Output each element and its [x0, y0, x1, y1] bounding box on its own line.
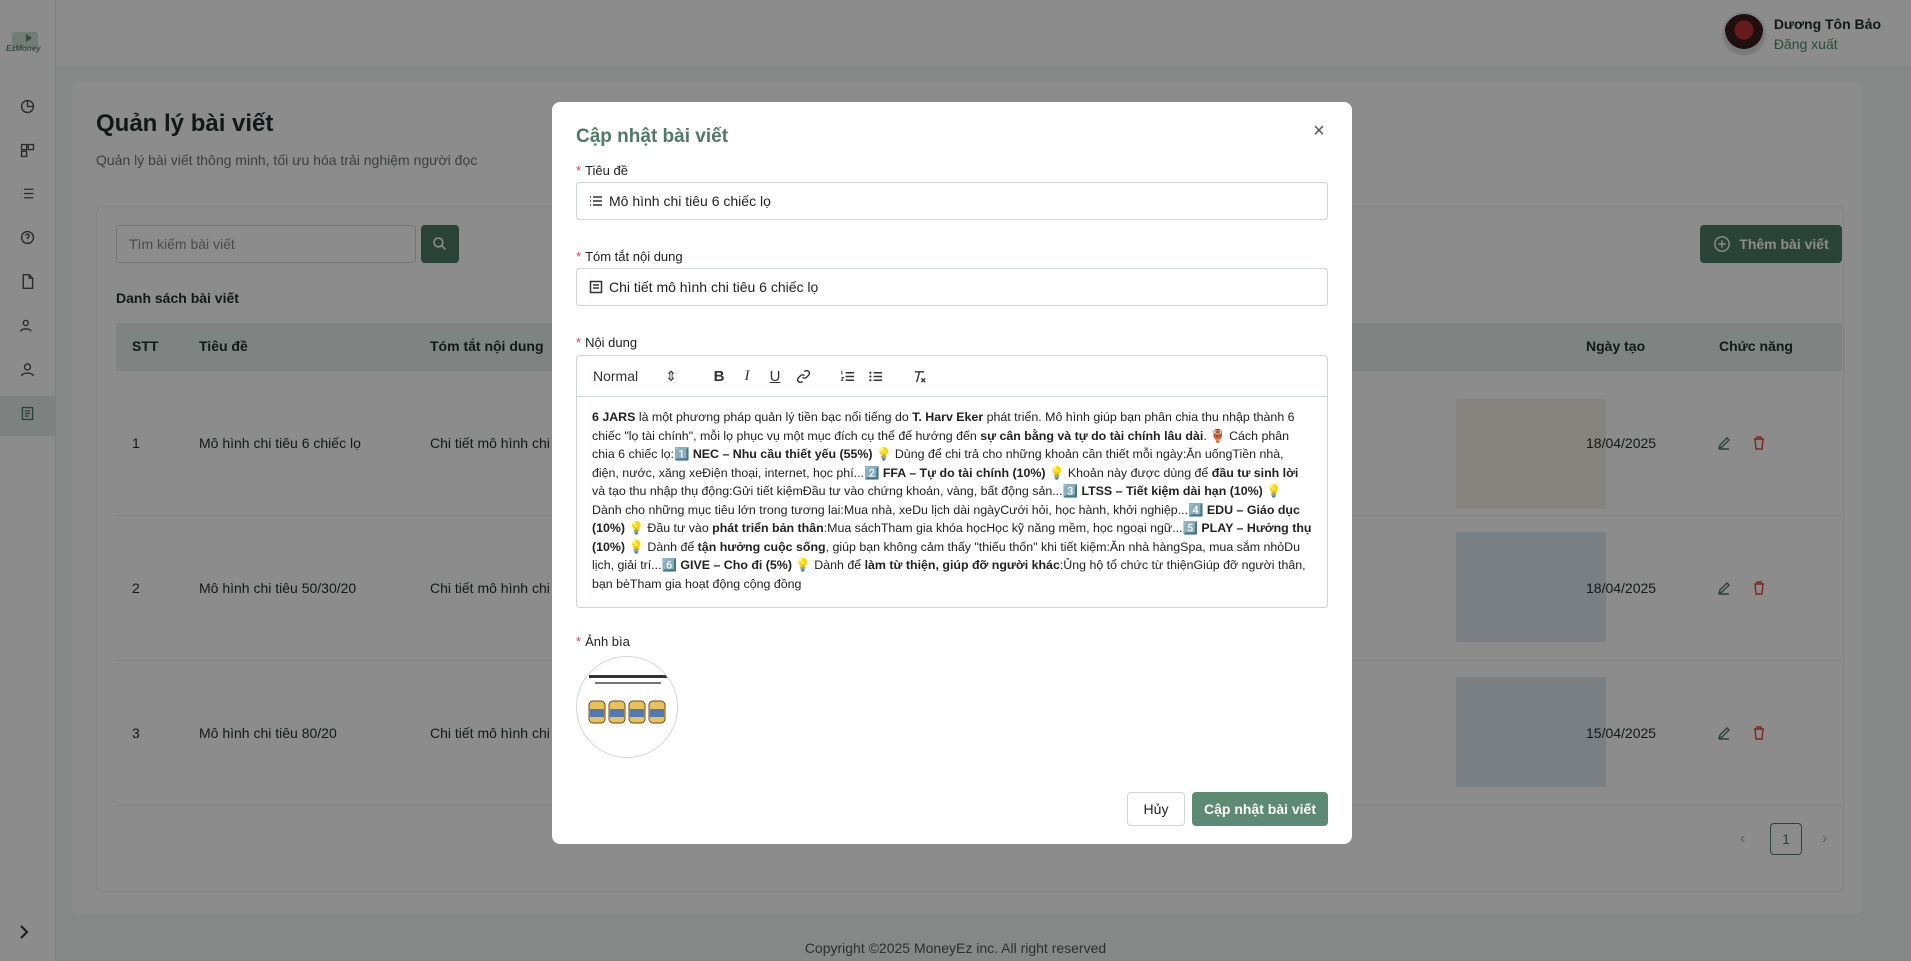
editor-bold-text: FFA – Tự do tài chính (10%): [882, 465, 1046, 480]
format-select[interactable]: Normal ⇕: [593, 368, 677, 385]
editor-bold-text: T. Harv Eker: [912, 410, 984, 424]
summary-input[interactable]: Chi tiết mô hình chi tiêu 6 chiếc lọ: [576, 268, 1328, 306]
title-input[interactable]: Mô hình chi tiêu 6 chiếc lọ: [576, 182, 1328, 220]
clear-format-icon[interactable]: [905, 364, 933, 388]
close-icon[interactable]: ×: [1308, 120, 1330, 142]
cover-label: * Ảnh bìa: [576, 634, 630, 649]
editor-text: 💡 Dành để: [625, 539, 698, 554]
editor-bold-text: làm từ thiện, giúp đỡ người khác: [864, 558, 1060, 572]
bullet-list-icon[interactable]: [861, 364, 889, 388]
editor-text: là một phương pháp quản lý tiền bạc nổi …: [635, 410, 913, 424]
editor-bold-text: sự cân bằng và tự do tài chính lâu dài: [980, 428, 1204, 443]
cover-image-art: [577, 657, 677, 757]
ordered-list-icon[interactable]: [833, 364, 861, 388]
editor-bold-text: LTSS – Tiết kiệm dài hạn (10%): [1081, 484, 1263, 498]
editor-text: :Mua sáchTham gia khóa họcHọc kỹ năng mề…: [823, 521, 1202, 535]
editor-text: và tạo thu nhập thụ động:Gửi tiết kiệmĐầ…: [592, 484, 1082, 498]
update-article-button[interactable]: Cập nhật bài viết: [1192, 792, 1328, 826]
modal-title: Cập nhật bài viết: [576, 126, 729, 147]
editor-content[interactable]: 6 JARS là một phương pháp quản lý tiền b…: [576, 396, 1328, 608]
cover-image[interactable]: [576, 656, 678, 758]
underline-icon[interactable]: U: [761, 364, 789, 388]
bold-icon[interactable]: B: [705, 364, 733, 388]
summary-input-value: Chi tiết mô hình chi tiêu 6 chiếc lọ: [609, 279, 819, 295]
link-icon[interactable]: [789, 364, 817, 388]
italic-icon[interactable]: I: [733, 364, 761, 388]
editor-text: 💡 Khoản này được dùng để: [1045, 465, 1212, 480]
editor-bold-text: tận hưởng cuộc sống: [697, 539, 826, 554]
editor-bold-text: NEC – Nhu cầu thiết yếu (55%): [692, 447, 873, 461]
update-article-modal: Cập nhật bài viết × * Tiêu đề Mô hình chi…: [552, 102, 1352, 844]
cancel-button[interactable]: Hủy: [1127, 792, 1185, 826]
editor-text: 💡 Đầu tư vào: [625, 521, 713, 535]
editor-bold-text: đầu tư sinh lời: [1211, 465, 1299, 480]
format-select-value: Normal: [593, 367, 639, 384]
editor-bold-text: GIVE – Cho đi (5%): [680, 558, 792, 572]
editor-bold-text: phát triển bản thân: [712, 521, 824, 535]
editor-toolbar: Normal ⇕ B I U: [576, 355, 1328, 397]
list-icon: [590, 196, 602, 206]
updown-icon: ⇕: [665, 367, 677, 384]
title-label: * Tiêu đề: [576, 163, 628, 178]
document-icon: [589, 280, 603, 294]
summary-label: * Tóm tắt nội dung: [576, 249, 683, 264]
editor-text: 💡 Dành để: [791, 558, 865, 572]
editor-bold-text: 6 JARS: [592, 410, 636, 424]
title-input-value: Mô hình chi tiêu 6 chiếc lọ: [609, 193, 771, 209]
content-label: * Nội dung: [576, 335, 638, 350]
